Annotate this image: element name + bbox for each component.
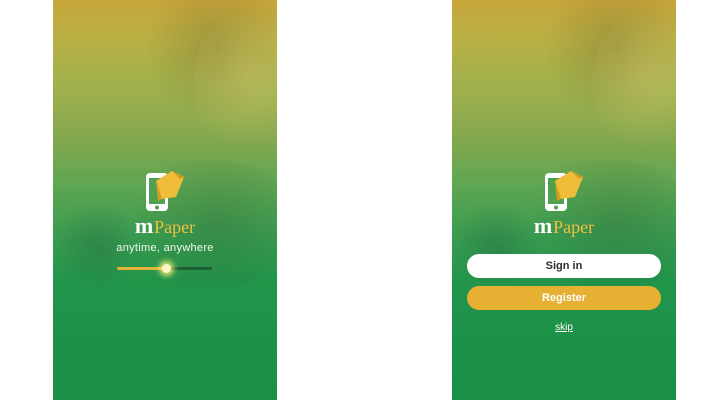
register-button[interactable]: Register — [467, 286, 661, 310]
photo-hair-area — [143, 0, 277, 120]
splash-screen: mPaper anytime, anywhere — [53, 0, 277, 400]
app-logo: mPaper — [504, 167, 624, 237]
app-wordmark: mPaper — [504, 215, 624, 237]
photo-hair-area — [542, 0, 676, 120]
loading-progress-fill — [117, 267, 167, 270]
mockup-canvas: mPaper anytime, anywhere mPaper Sign in … — [0, 0, 721, 400]
sign-in-button[interactable]: Sign in — [467, 254, 661, 278]
photo-face-area — [193, 10, 277, 160]
welcome-screen: mPaper Sign in Register skip — [452, 0, 676, 400]
app-logo: mPaper — [105, 167, 225, 237]
loading-progress-indicator — [162, 264, 172, 273]
loading-progress-bar — [117, 264, 212, 273]
app-wordmark: mPaper — [105, 215, 225, 237]
wordmark-prefix: m — [134, 213, 154, 238]
phone-with-paper-icon — [146, 171, 184, 211]
phone-with-paper-icon — [545, 171, 583, 211]
skip-link[interactable]: skip — [452, 322, 676, 333]
photo-face-area — [592, 10, 676, 160]
wordmark-suffix: Paper — [553, 217, 595, 237]
wordmark-suffix: Paper — [154, 217, 196, 237]
tagline: anytime, anywhere — [116, 242, 214, 254]
wordmark-prefix: m — [533, 213, 553, 238]
